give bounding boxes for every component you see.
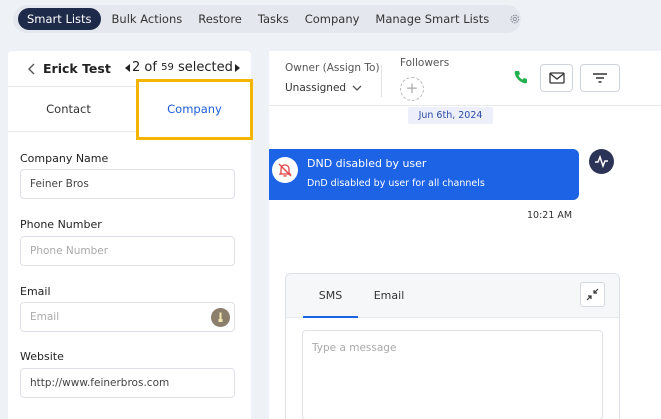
activity-message: DND disabled by user DnD disabled by use… [269, 149, 579, 200]
message-title: DND disabled by user [307, 157, 427, 170]
nav-company[interactable]: Company [297, 8, 368, 30]
gear-icon[interactable] [509, 11, 521, 27]
email-button[interactable] [540, 64, 573, 92]
email-label: Email [20, 285, 51, 298]
chevron-left-icon[interactable] [25, 62, 39, 76]
pager-suffix: selected [177, 60, 233, 75]
date-separator: Jun 6th, 2024 [408, 107, 493, 124]
top-navigation: Smart Lists Bulk Actions Restore Tasks C… [13, 5, 521, 33]
filter-button[interactable] [580, 64, 620, 92]
contact-tabs: Contact Company [8, 79, 253, 140]
owner-select[interactable]: Unassigned [285, 82, 346, 94]
next-record-icon[interactable] [233, 63, 241, 73]
activity-icon [589, 149, 614, 174]
email-input[interactable]: Email [20, 302, 235, 332]
message-time: 10:21 AM [527, 210, 573, 221]
message-input[interactable]: Type a message [302, 330, 603, 419]
collapse-icon [586, 288, 599, 301]
phone-number-input[interactable]: Phone Number [20, 236, 235, 266]
message-subtitle: DnD disabled by user for all channels [307, 178, 485, 189]
nav-manage-smart-lists[interactable]: Manage Smart Lists [367, 8, 497, 30]
contact-details-panel: Erick Test 2 of 59 selected Contact Comp… [8, 51, 253, 419]
email-placeholder: Email [30, 311, 60, 323]
company-name-input[interactable]: Feiner Bros [20, 169, 235, 199]
add-follower-button[interactable]: + [400, 77, 424, 101]
pager-of: of [144, 60, 157, 75]
message-placeholder: Type a message [312, 342, 397, 354]
conversation-header: Owner (Assign To) Unassigned Followers + [269, 51, 661, 106]
composer-tabs: SMS Email [286, 274, 619, 318]
previous-record-icon[interactable] [124, 63, 132, 73]
tab-company[interactable]: Company [136, 79, 253, 140]
phone-icon[interactable] [513, 69, 529, 85]
record-pager: 2 of 59 selected [124, 60, 241, 75]
tab-email[interactable]: Email [366, 274, 412, 318]
website-input[interactable]: http://www.feinerbros.com [20, 368, 235, 398]
nav-smart-lists[interactable]: Smart Lists [18, 8, 101, 30]
collapse-button[interactable] [580, 282, 605, 307]
chevron-down-icon[interactable] [352, 84, 362, 92]
conversation-panel: Owner (Assign To) Unassigned Followers +… [269, 51, 661, 419]
divider [381, 65, 382, 97]
pager-total: 59 [161, 62, 174, 73]
phone-number-label: Phone Number [20, 218, 102, 231]
tab-sms[interactable]: SMS [303, 274, 358, 318]
owner-label: Owner (Assign To) [285, 62, 380, 74]
nav-tasks[interactable]: Tasks [250, 8, 297, 30]
website-label: Website [20, 350, 64, 363]
nav-bulk-actions[interactable]: Bulk Actions [104, 8, 191, 30]
followers-label: Followers [400, 57, 450, 69]
pager-current: 2 [132, 60, 141, 75]
filter-icon [593, 73, 607, 83]
message-composer: SMS Email Type a message [285, 273, 620, 419]
mail-icon [548, 72, 565, 84]
tab-contact[interactable]: Contact [8, 87, 129, 132]
nav-restore[interactable]: Restore [190, 8, 250, 30]
key-icon[interactable] [211, 308, 230, 327]
company-name-label: Company Name [20, 152, 109, 165]
contact-name: Erick Test [43, 61, 111, 76]
bell-off-icon [272, 157, 298, 183]
